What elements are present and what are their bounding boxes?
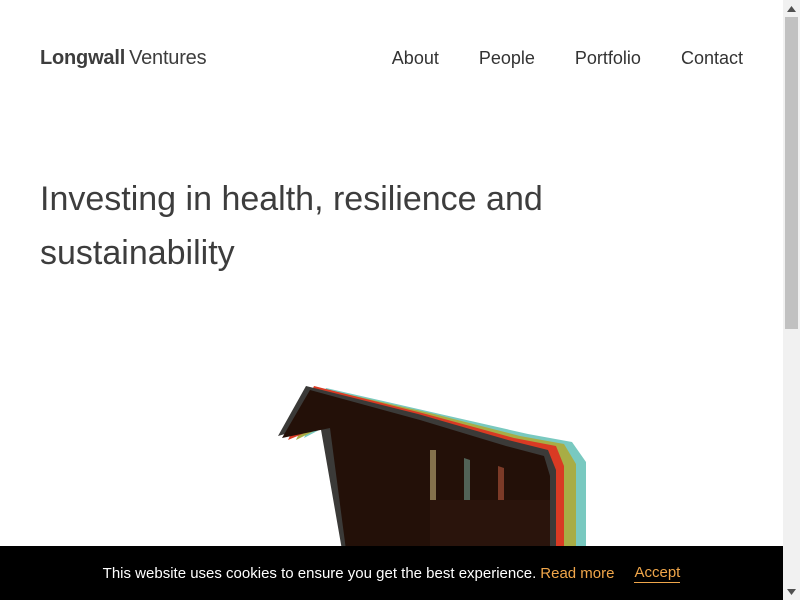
brand-name-bold: Longwall	[40, 47, 126, 69]
nav-people[interactable]: People	[479, 48, 535, 69]
cookie-accept-button[interactable]: Accept	[634, 564, 681, 583]
main-nav: About People Portfolio Contact	[392, 48, 743, 69]
cookie-read-more-link[interactable]: Read more	[540, 565, 614, 582]
triangle-up-icon[interactable]	[783, 0, 800, 17]
page: Longwall Ventures About People Portfolio …	[0, 0, 783, 600]
cookie-banner: This website uses cookies to ensure you …	[0, 546, 783, 600]
site-header: Longwall Ventures About People Portfolio …	[40, 44, 743, 76]
brand-logo[interactable]: Longwall Ventures	[40, 47, 207, 70]
nav-portfolio[interactable]: Portfolio	[575, 48, 641, 69]
scrollbar-thumb[interactable]	[785, 17, 798, 329]
hero-illustration	[278, 386, 586, 550]
triangle-down-icon[interactable]	[783, 583, 800, 600]
nav-contact[interactable]: Contact	[681, 48, 743, 69]
hero-title: Investing in health, resilience and sust…	[40, 180, 543, 272]
vertical-scrollbar[interactable]	[783, 0, 800, 600]
cookie-message: This website uses cookies to ensure you …	[102, 564, 537, 582]
nav-about[interactable]: About	[392, 48, 439, 69]
brand-name-light: Ventures	[129, 47, 207, 69]
